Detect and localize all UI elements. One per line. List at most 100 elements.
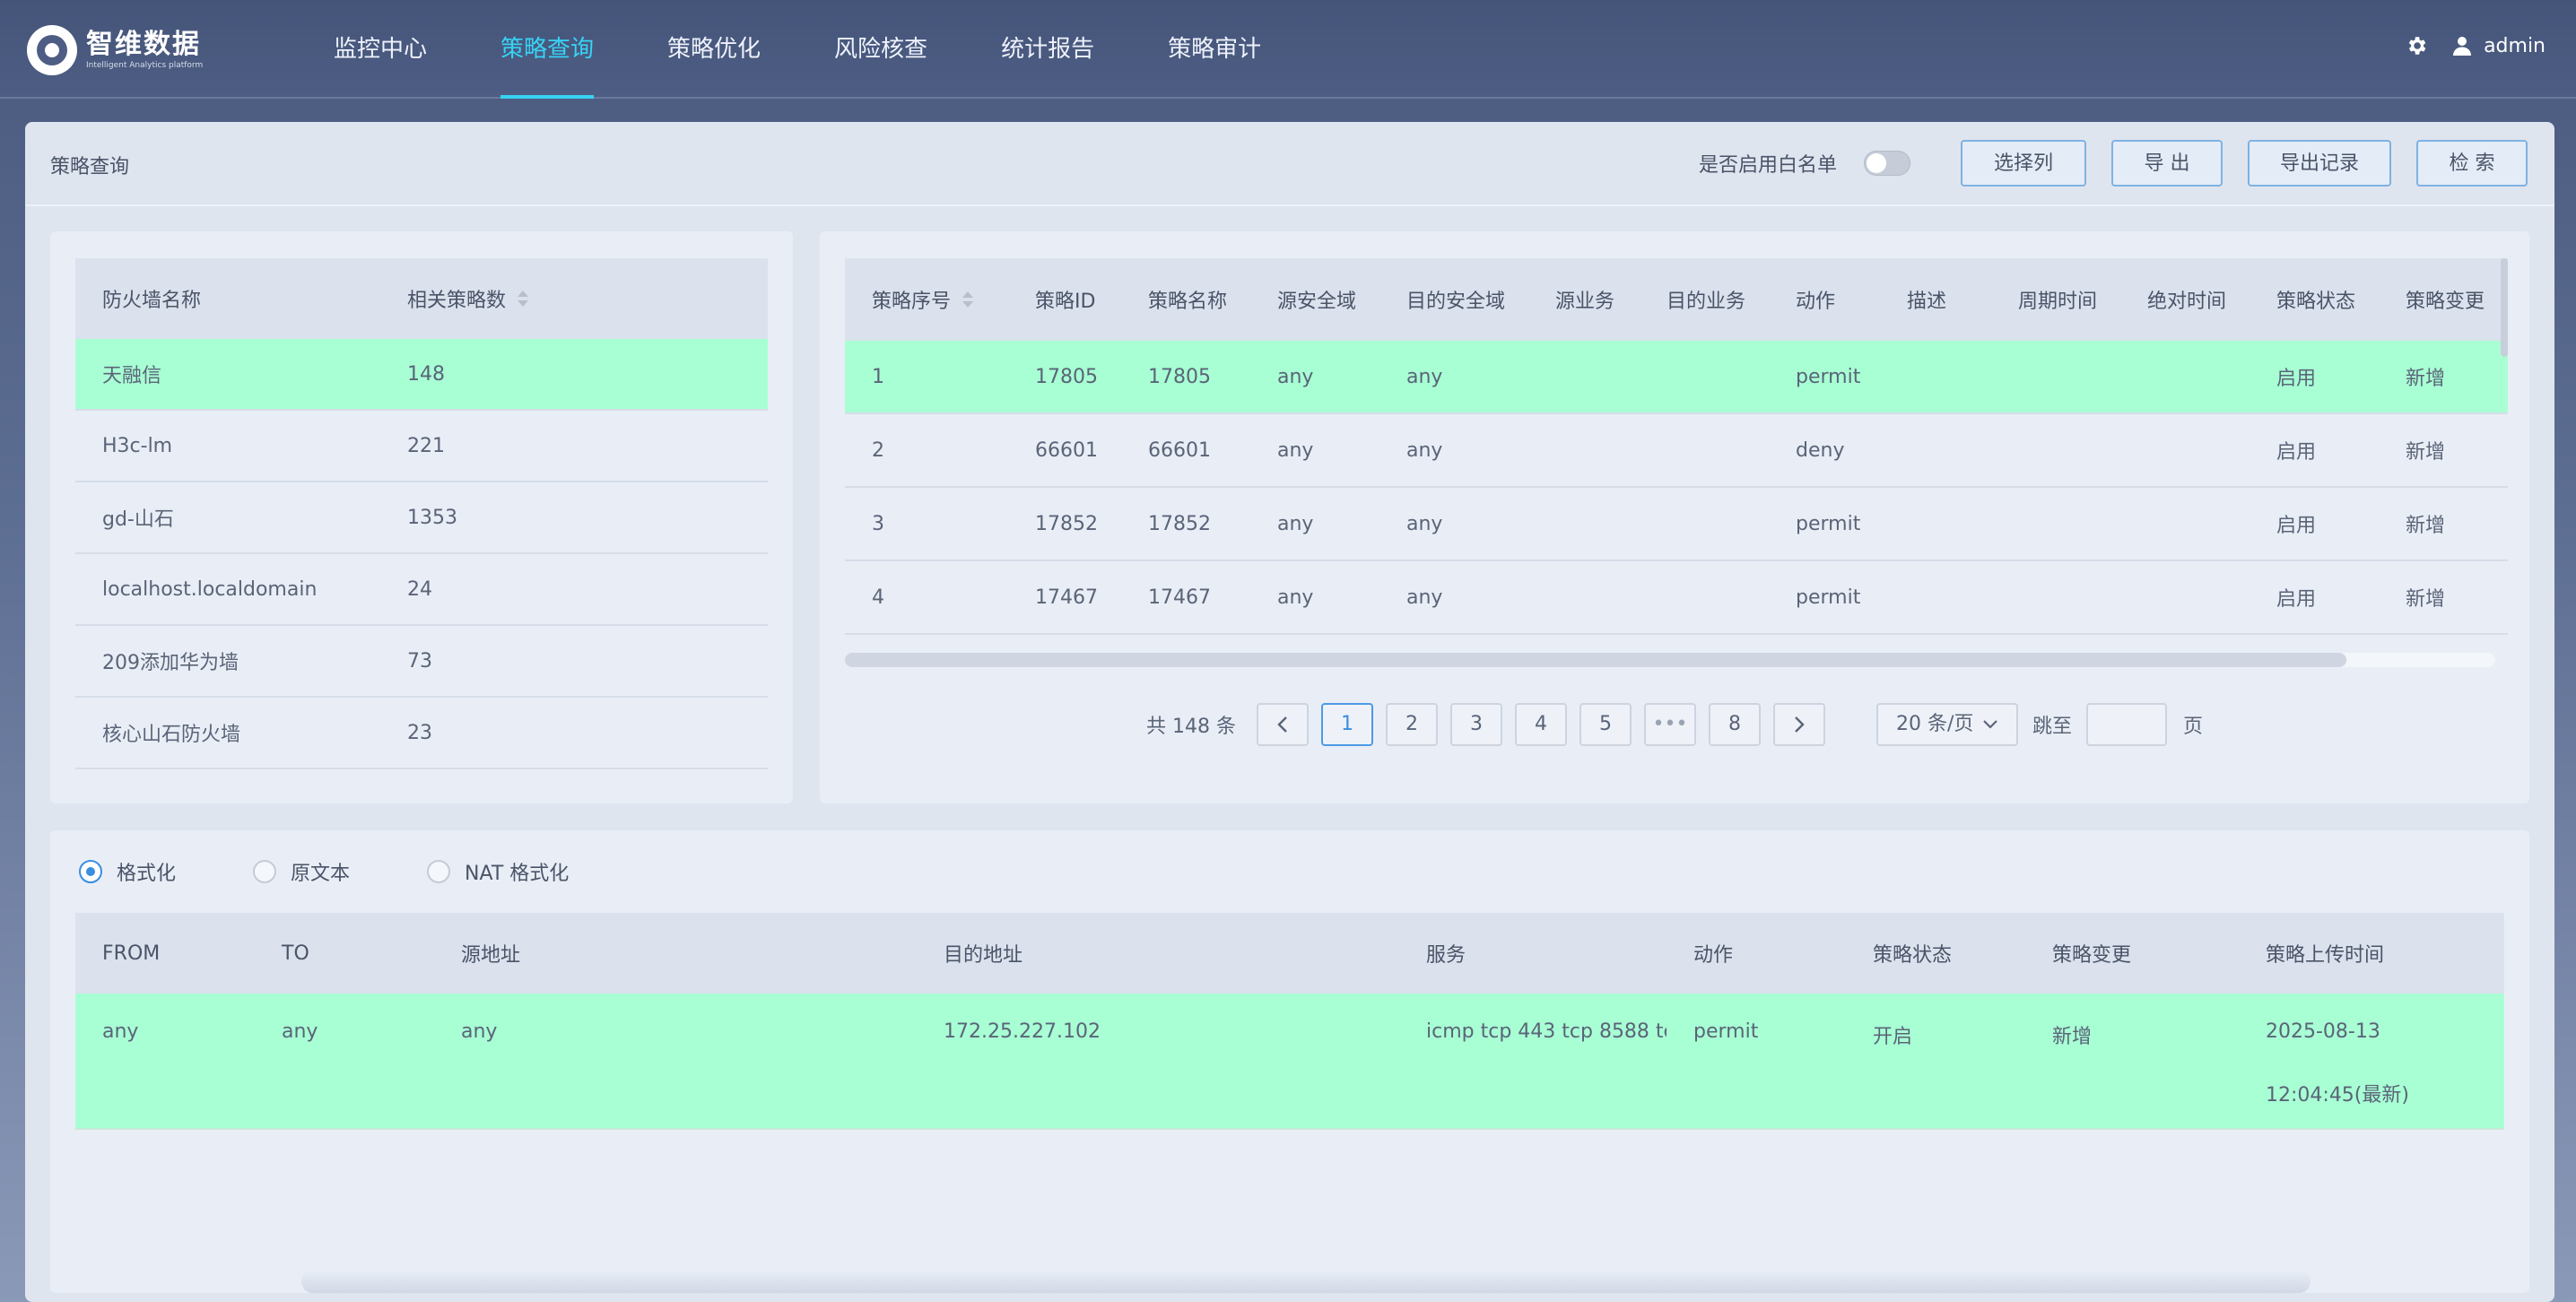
sort-icon[interactable] [962,290,974,309]
logo-icon [27,25,77,75]
prev-page-button[interactable] [1256,703,1309,746]
gear-icon[interactable] [2405,34,2428,57]
col-src-zone: 源安全域 [1277,291,1357,313]
pagination: 共 148 条 1 2 3 4 5 ••• 8 20 条/页 跳至 页 [820,703,2529,746]
radio-unchecked-icon [427,860,451,883]
page-4[interactable]: 4 [1514,703,1567,746]
export-history-button[interactable]: 导出记录 [2248,140,2391,187]
horizontal-scrollbar-thumb[interactable] [845,653,2346,667]
policy-table-header: 策略序号 策略ID 策略名称 源安全域 目的安全域 源业务 目的业务 动作 描述… [845,258,2508,341]
col-policy-status: 策略状态 [2276,291,2356,313]
col-policy-change: 策略变更 [2406,291,2485,313]
firewall-table-header: 防火墙名称 相关策略数 [75,258,768,339]
chevron-right-icon [1795,716,1805,733]
sort-icon[interactable] [517,289,529,308]
policy-detail-table: FROM TO 源地址 目的地址 服务 动作 策略状态 策略变更 策略上传时间 … [75,913,2504,1130]
col-action: 动作 [1693,944,1734,967]
page-5[interactable]: 5 [1579,703,1632,746]
col-src-address: 源地址 [461,944,521,967]
radio-checked-icon [79,860,102,883]
page-size-value: 20 条/页 [1895,713,1974,735]
table-row[interactable]: any any any 172.25.227.102 icmp tcp 443 … [75,994,2504,1130]
firewall-row[interactable]: gd-山石 1353 [75,482,768,554]
col-policy-id: 策略ID [1035,291,1096,313]
nav-statistics[interactable]: 统计报告 [1001,0,1094,99]
radio-raw-text[interactable]: 原文本 [253,857,350,886]
col-dst-zone: 目的安全域 [1406,291,1506,313]
main-nav: 监控中心 策略查询 策略优化 风险核查 统计报告 策略审计 [334,0,1335,99]
logo-title: 智维数据 [86,29,201,60]
col-policy-name: 策略名称 [1148,291,1228,313]
page-1[interactable]: 1 [1320,703,1373,746]
page-ellipsis[interactable]: ••• [1643,703,1696,746]
col-action: 动作 [1796,291,1836,313]
logo-subtitle: Intelligent Analytics platform [86,61,204,70]
horizontal-scrollbar[interactable] [845,653,2495,667]
table-row[interactable]: 3 17852 17852 any any permit 启用 新增 [845,488,2508,561]
firewall-row[interactable]: 天融信 148 [75,339,768,411]
firewall-row[interactable]: 209添加华为墙 73 [75,626,768,698]
firewall-row[interactable]: H3c-lm 221 [75,411,768,482]
col-upload-time: 策略上传时间 [2266,944,2385,967]
radio-unchecked-icon [253,860,277,883]
radio-nat-formatted[interactable]: NAT 格式化 [427,857,569,886]
col-src-service: 源业务 [1555,291,1615,313]
scroll-shadow [301,1270,2311,1293]
nav-risk-check[interactable]: 风险核查 [834,0,927,99]
next-page-button[interactable] [1772,703,1825,746]
chevron-left-icon [1277,716,1287,733]
policy-table[interactable]: 策略序号 策略ID 策略名称 源安全域 目的安全域 源业务 目的业务 动作 描述… [845,258,2508,671]
firewall-row[interactable]: 核心山石防火墙 23 [75,698,768,769]
main-panel: 策略查询 是否启用白名单 选择列 导 出 导出记录 检 索 防火墙名称 相关策略… [25,122,2554,1302]
col-policy-count: 相关策略数 [407,290,507,312]
page-3[interactable]: 3 [1449,703,1502,746]
radio-formatted[interactable]: 格式化 [79,857,176,886]
logo[interactable]: 智维数据 Intelligent Analytics platform [27,25,203,75]
col-policy-seq: 策略序号 [872,291,952,313]
pagination-total: 共 148 条 [1145,716,1236,738]
col-from: FROM [102,942,161,965]
col-change: 策略变更 [2052,944,2132,967]
vertical-scrollbar[interactable] [2501,258,2508,357]
nav-policy-optimize[interactable]: 策略优化 [667,0,761,99]
export-button[interactable]: 导 出 [2111,140,2223,187]
top-navbar: 智维数据 Intelligent Analytics platform 监控中心… [0,0,2576,99]
select-columns-button[interactable]: 选择列 [1961,140,2086,187]
page-8[interactable]: 8 [1708,703,1761,746]
page-title: 策略查询 [50,156,130,178]
page-size-select[interactable]: 20 条/页 [1875,703,2018,746]
table-row[interactable]: 4 17467 17467 any any permit 启用 新增 [845,561,2508,635]
firewall-row[interactable]: localhost.localdomain 24 [75,554,768,626]
jump-label: 跳至 [2032,716,2072,738]
col-firewall-name: 防火墙名称 [102,290,202,312]
col-description: 描述 [1907,291,1947,313]
username[interactable]: admin [2484,35,2546,57]
whitelist-label: 是否启用白名单 [1698,154,1837,177]
page-header: 策略查询 是否启用白名单 选择列 导 出 导出记录 检 索 [25,122,2554,206]
nav-policy-audit[interactable]: 策略审计 [1168,0,1261,99]
table-row[interactable]: 1 17805 17805 any any permit 启用 新增 [845,341,2508,414]
col-period-time: 周期时间 [2018,291,2098,313]
page-2[interactable]: 2 [1385,703,1438,746]
nav-monitor[interactable]: 监控中心 [334,0,427,99]
nav-policy-query[interactable]: 策略查询 [500,0,595,99]
jump-page-input[interactable] [2085,703,2167,746]
format-radio-group: 格式化 原文本 NAT 格式化 [79,857,646,886]
col-absolute-time: 绝对时间 [2147,291,2227,313]
user-icon[interactable] [2451,35,2473,56]
col-service: 服务 [1426,944,1466,967]
chevron-down-icon [1983,720,1998,729]
policy-card: 策略序号 策略ID 策略名称 源安全域 目的安全域 源业务 目的业务 动作 描述… [820,231,2529,803]
col-to: TO [282,942,309,965]
table-row[interactable]: 2 66601 66601 any any deny 启用 新增 [845,414,2508,488]
policy-detail-card: 格式化 原文本 NAT 格式化 FROM TO 源地址 目的地址 服务 动作 策… [50,830,2529,1293]
whitelist-toggle[interactable] [1864,151,1910,176]
col-dst-service: 目的业务 [1667,291,1746,313]
firewall-card: 防火墙名称 相关策略数 天融信 148 H3c-lm 221 gd-山石 135… [50,231,793,803]
detail-table-header: FROM TO 源地址 目的地址 服务 动作 策略状态 策略变更 策略上传时间 [75,913,2504,994]
upload-time: 12:04:45(最新) [2266,1084,2409,1107]
firewall-table: 防火墙名称 相关策略数 天融信 148 H3c-lm 221 gd-山石 135… [75,258,768,769]
search-button[interactable]: 检 索 [2416,140,2528,187]
upload-date: 2025-08-13 [2266,1020,2380,1043]
col-dst-address: 目的地址 [944,944,1023,967]
